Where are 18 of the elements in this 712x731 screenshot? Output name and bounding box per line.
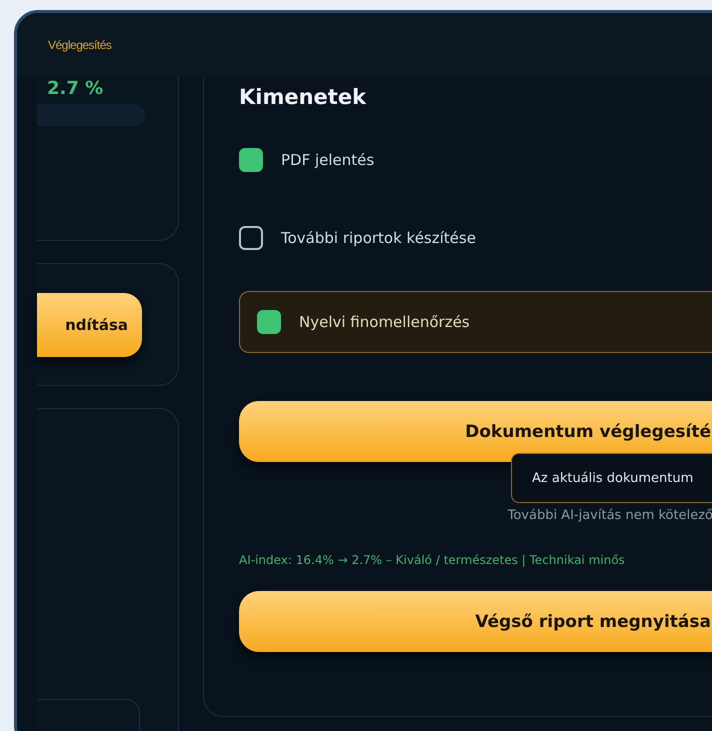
option-label: További riportok készítése — [281, 229, 476, 247]
window-title: Véglegesítés — [48, 38, 112, 52]
checkbox[interactable] — [239, 226, 263, 250]
section-heading: Kimenetek — [239, 84, 368, 111]
hint-text: További AI-javítás nem kötelező — [506, 508, 712, 523]
finalize-button[interactable]: Dokumentum véglegesíté — [239, 401, 712, 462]
option-label: Nyelvi finomellenőrzés — [299, 313, 470, 331]
checkbox[interactable] — [257, 310, 281, 334]
option-label: PDF jelentés — [281, 151, 374, 169]
highlighted-option[interactable]: Nyelvi finomellenőrzés — [239, 291, 712, 353]
option-row[interactable]: További riportok készítése — [239, 199, 712, 277]
option-row[interactable]: PDF jelentés — [239, 121, 712, 199]
tooltip: Az aktuális dokumentum — [511, 453, 712, 503]
open-report-button[interactable]: Végső riport megnyitása — [239, 591, 712, 652]
score-value: 2.7 % — [46, 78, 104, 100]
status-text: AI-index: 16.4% → 2.7% – Kiváló / természetes | Technikai minős — [239, 553, 626, 567]
start-button[interactable]: ndítása — [37, 292, 142, 356]
checkbox[interactable] — [239, 148, 263, 172]
